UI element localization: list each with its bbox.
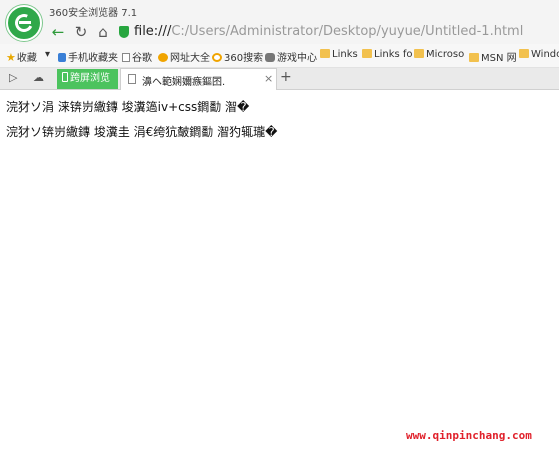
content-line: 浣犲ソ涓 涞锛岃繖鏄 埈瀵簻iv+css鐧勫 潪�	[6, 100, 250, 114]
new-tab-button[interactable]: +	[280, 69, 292, 85]
back-button[interactable]: ←	[48, 22, 68, 42]
gamepad-icon	[265, 53, 275, 62]
security-shield-icon[interactable]	[119, 26, 129, 38]
tab-cross-screen[interactable]: 跨屏浏览	[57, 69, 118, 89]
refresh-icon: ↻	[74, 23, 88, 41]
bookmark-msn[interactable]: MSN 网	[469, 49, 517, 64]
tab-active-document[interactable]: 濞ヘ範娴嬭瘯鏂囨. ×	[120, 68, 277, 90]
phone-icon	[62, 72, 68, 82]
address-path: C:/Users/Administrator/Desktop/yuyue/Unt…	[171, 24, 524, 39]
bookmark-links[interactable]: Links	[320, 49, 358, 60]
phone-icon	[58, 53, 66, 62]
folder-icon	[414, 49, 424, 58]
navigation-bar: ← ↻ ⌂ file:///C:/Users/Administrator/Des…	[46, 20, 559, 44]
arrow-left-icon: ←	[51, 23, 65, 41]
bookmark-windows[interactable]: Windo	[519, 49, 559, 60]
bookmark-favorites[interactable]: ★收藏	[6, 49, 37, 64]
sidebar-toggle-icon[interactable]: ▷	[9, 71, 17, 84]
browser-logo-icon	[6, 5, 42, 41]
home-icon: ⌂	[98, 23, 108, 41]
bookmark-links-for[interactable]: Links fo	[362, 49, 413, 60]
folder-icon	[320, 49, 330, 58]
address-bar[interactable]: file:///C:/Users/Administrator/Desktop/y…	[134, 24, 523, 39]
tab-title: 濞ヘ範娴嬭瘯鏂囨.	[142, 77, 226, 88]
bookmarks-bar: ★收藏 ▾ 手机收藏夹 谷歌 网址大全 360搜索 游戏中心 Links Lin…	[0, 44, 559, 68]
grid-icon	[158, 53, 168, 62]
window-title: 360安全浏览器 7.1	[49, 8, 138, 19]
folder-icon	[469, 53, 479, 62]
bookmark-mobile[interactable]: 手机收藏夹	[58, 49, 118, 64]
logo-e-bar	[19, 21, 31, 24]
bookmark-game-center[interactable]: 游戏中心	[265, 49, 317, 64]
content-line: 浣犲ソ锛岃繖鏄 埈瀵圭 涓€绔犺皶鐧勫 潪犳辄瓏�	[6, 125, 278, 139]
cloud-icon[interactable]: ☁	[33, 71, 44, 84]
document-icon	[128, 74, 136, 84]
refresh-button[interactable]: ↻	[71, 22, 91, 42]
page-content: 浣犲ソ涓 涞锛岃繖鏄 埈瀵簻iv+css鐧勫 潪� 浣犲ソ锛岃繖鏄 埈瀵圭 涓€…	[6, 100, 546, 150]
home-button[interactable]: ⌂	[93, 22, 113, 42]
folder-icon	[362, 49, 372, 58]
bookmark-google[interactable]: 谷歌	[122, 49, 152, 64]
bookmark-microsoft[interactable]: Microso	[414, 49, 464, 60]
page-icon	[122, 53, 130, 62]
address-protocol: file:///	[134, 24, 172, 39]
bookmark-web-directory[interactable]: 网址大全	[158, 49, 210, 64]
watermark: www.qinpinchang.com	[406, 429, 532, 442]
close-icon[interactable]: ×	[264, 72, 273, 85]
tab-bar: ▷ ☁ 跨屏浏览 濞ヘ範娴嬭瘯鏂囨. × +	[0, 68, 559, 90]
favorites-dropdown[interactable]: ▾	[45, 49, 50, 60]
bookmark-360-search[interactable]: 360搜索	[212, 49, 263, 64]
360-icon	[212, 53, 222, 62]
star-icon: ★	[6, 51, 16, 64]
folder-icon	[519, 49, 529, 58]
